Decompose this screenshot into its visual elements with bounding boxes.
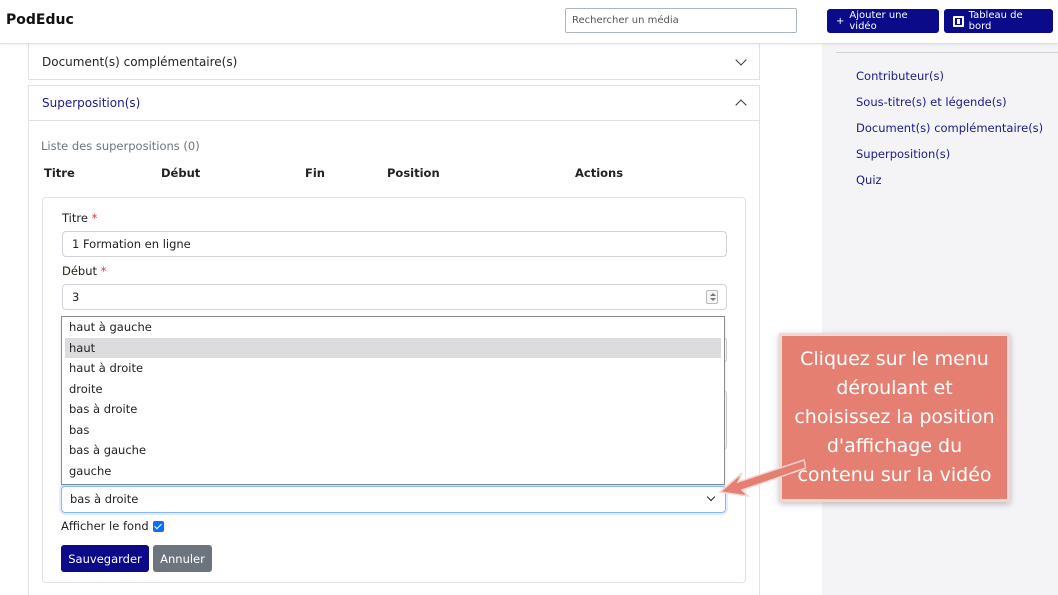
accordion-overlays-label: Superposition(s) (42, 96, 141, 110)
start-value: 3 (72, 290, 80, 304)
toc-item-contributors[interactable]: Contributeur(s) (856, 68, 1043, 94)
add-video-button[interactable]: + Ajouter une vidéo (827, 9, 939, 33)
number-stepper[interactable] (706, 290, 718, 304)
toc-item-quiz[interactable]: Quiz (856, 172, 1043, 198)
start-label-text: Début (62, 264, 98, 278)
show-background-label: Afficher le fond (61, 519, 149, 533)
column-header-title: Titre (44, 166, 75, 180)
sidebar-divider (836, 52, 1058, 53)
required-mark: * (100, 264, 107, 278)
callout-arrow-icon (718, 459, 806, 498)
title-field[interactable]: 1 Formation en ligne (62, 231, 727, 257)
position-dropdown-list: haut à gauche haut haut à droite droite … (61, 316, 725, 485)
accordion-documents: Document(s) complémentaire(s) (28, 43, 760, 80)
plus-icon: + (836, 15, 845, 27)
tutorial-callout: Cliquez sur le menu déroulant et choisis… (779, 333, 1010, 502)
position-option[interactable]: haut à droite (62, 358, 724, 379)
right-sidebar: Contributeur(s) Sous-titre(s) et légende… (822, 44, 1058, 595)
search-input[interactable]: Rechercher un média (565, 8, 797, 33)
toc-item-documents[interactable]: Document(s) complémentaire(s) (856, 120, 1043, 146)
column-header-end: Fin (305, 166, 325, 180)
position-option-highlighted[interactable]: haut (65, 337, 721, 358)
position-selected-value: bas à droite (70, 492, 139, 506)
chevron-down-icon (706, 492, 716, 502)
position-select[interactable]: bas à droite (61, 486, 726, 513)
dashboard-label: Tableau de bord (968, 10, 1023, 32)
position-option[interactable]: bas (62, 420, 724, 441)
accordion-overlays-header[interactable]: Superposition(s) (29, 86, 759, 121)
brand-logo[interactable]: PodEduc (6, 12, 74, 28)
position-option[interactable]: gauche (62, 461, 724, 482)
column-header-position: Position (387, 166, 440, 180)
required-mark: * (91, 211, 98, 225)
dashboard-button[interactable]: Tableau de bord (944, 9, 1053, 33)
cancel-button[interactable]: Annuler (153, 545, 212, 572)
add-video-label: Ajouter une vidéo (849, 10, 908, 32)
column-header-actions: Actions (575, 166, 624, 180)
film-icon (953, 15, 964, 27)
show-background-checkbox[interactable] (152, 520, 164, 532)
position-option[interactable]: droite (62, 379, 724, 400)
save-button[interactable]: Sauvegarder (61, 545, 149, 572)
toc-list: Contributeur(s) Sous-titre(s) et légende… (856, 68, 1043, 198)
overlay-list-title: Liste des superpositions (0) (41, 139, 200, 153)
toc-item-subtitles[interactable]: Sous-titre(s) et légende(s) (856, 94, 1043, 120)
position-option[interactable]: bas à gauche (62, 440, 724, 461)
start-field[interactable]: 3 (62, 284, 727, 310)
accordion-documents-header[interactable]: Document(s) complémentaire(s) (29, 44, 759, 79)
chevron-up-icon (735, 99, 747, 111)
show-background-option[interactable]: Afficher le fond (61, 519, 164, 533)
column-header-start: Début (161, 166, 201, 180)
accordion-documents-label: Document(s) complémentaire(s) (42, 54, 238, 69)
chevron-down-icon (735, 53, 747, 66)
top-navbar: PodEduc Rechercher un média + Ajouter un… (0, 0, 1058, 44)
title-field-label: Titre * (62, 211, 97, 225)
start-field-label: Début * (62, 264, 106, 278)
title-label-text: Titre (62, 211, 88, 225)
position-option[interactable]: haut à gauche (62, 317, 724, 338)
toc-item-overlays[interactable]: Superposition(s) (856, 146, 1043, 172)
position-option[interactable]: bas à droite (62, 399, 724, 420)
